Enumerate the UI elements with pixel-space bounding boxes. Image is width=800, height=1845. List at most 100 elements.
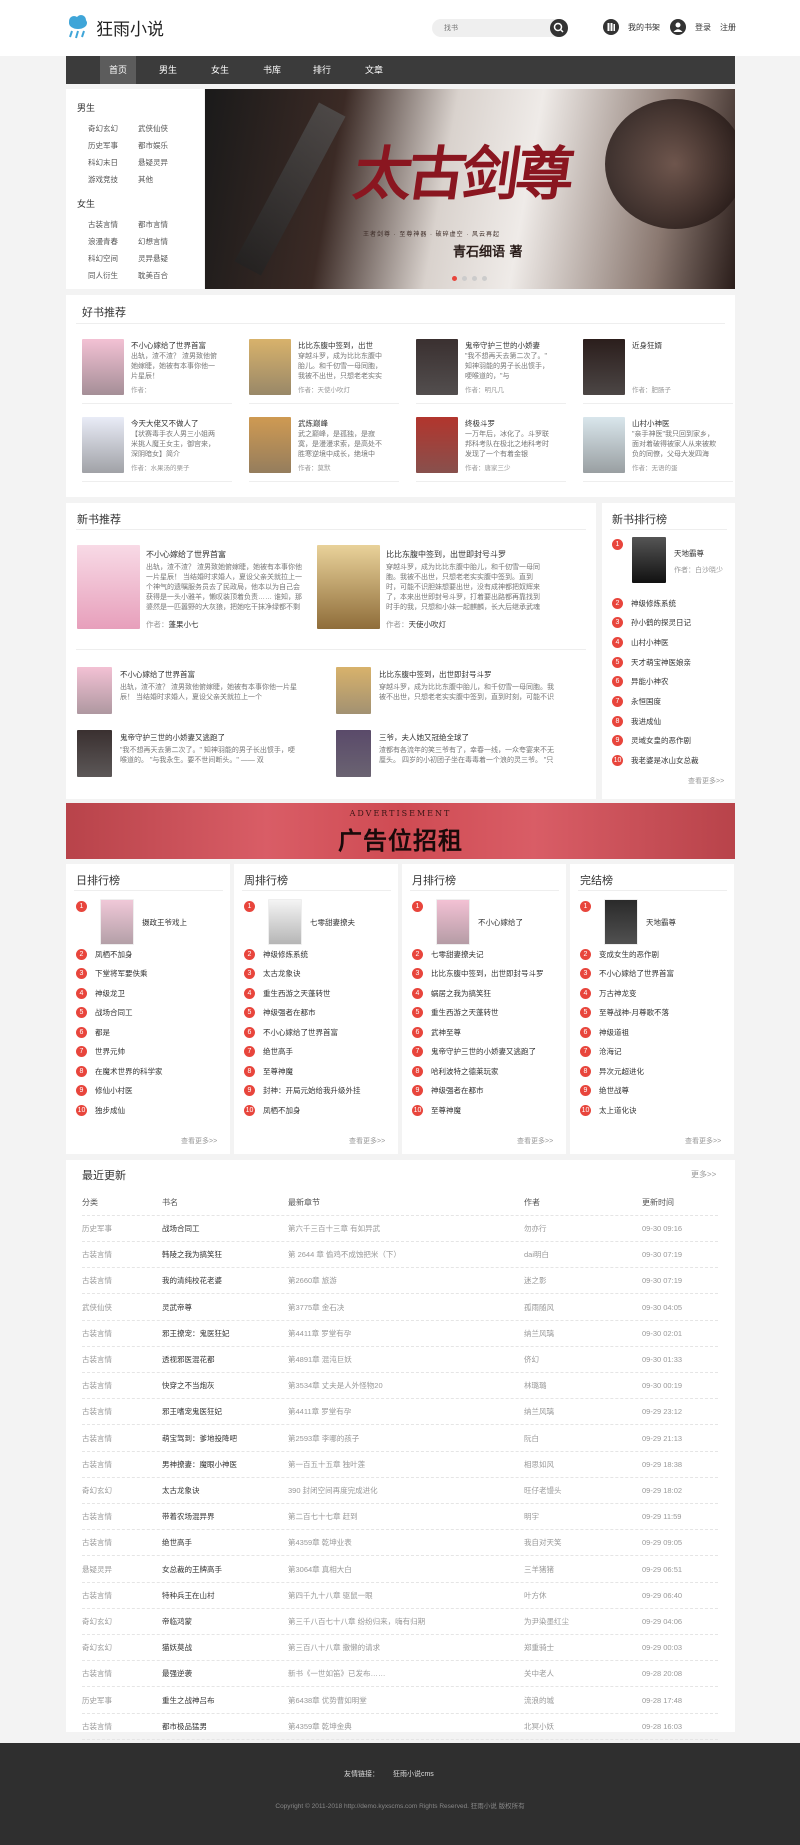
book-title[interactable]: 神级强者在都市 [431,1085,484,1096]
sidebar-cat[interactable]: 耽美百合 [138,270,168,281]
book-cover[interactable] [416,339,458,395]
row-latest-chapter[interactable]: 390 封闭空间再度完成进化 [288,1478,518,1504]
row-latest-chapter[interactable]: 第六千三百十三章 有如异武 [288,1216,518,1242]
row-book-title[interactable]: 女总裁的王牌高手 [162,1557,282,1583]
rank-item[interactable]: 7 鬼帝守护三世的小娇妻又逃跑了 [412,1044,536,1060]
rank-item[interactable]: 2 七零甜妻撩夫记 [412,946,484,962]
book-title[interactable]: 武神至尊 [431,1027,461,1038]
logo[interactable]: 狂雨小说 [66,14,164,40]
rank-item[interactable]: 9 修仙小村医 [76,1083,133,1099]
row-author[interactable]: 阮白 [524,1426,634,1452]
rank-item[interactable]: 4 万古神龙变 [580,985,637,1001]
rank-item[interactable]: 9 神级强者在都市 [412,1083,484,1099]
row-latest-chapter[interactable]: 第3775章 金石决 [288,1295,518,1321]
row-category[interactable]: 古装言情 [82,1347,152,1373]
sidebar-cat[interactable]: 浪漫青春 [88,236,118,247]
register-link[interactable]: 注册 [720,22,736,33]
sidebar-cat[interactable]: 科幻空间 [88,253,118,264]
row-book-title[interactable]: 我的清纯校花老婆 [162,1268,282,1294]
rank-item[interactable]: 8 在魔术世界的科学家 [76,1063,163,1079]
bookshelf-link[interactable]: 我的书架 [603,19,660,35]
rank-top[interactable]: 1 天地霸尊 [580,899,730,949]
row-latest-chapter[interactable]: 第4891章 混沌巨妖 [288,1347,518,1373]
rank-item[interactable]: 6 不小心嫁给了世界首富 [244,1024,338,1040]
rank-item[interactable]: 3 不小心嫁给了世界首富 [580,966,674,982]
author-name[interactable]: 天使小吹灯 [409,620,447,629]
book-title[interactable]: 不小心嫁给了世界首富 [263,1027,338,1038]
book-title[interactable]: 比比东腹中签到，出世 [298,340,373,351]
row-author[interactable]: 侪幻 [524,1347,634,1373]
book-title[interactable]: 鬼帝守护三世的小娇妻又逃跑了 [431,1046,536,1057]
ad-banner[interactable]: ADVERTISEMENT 广告位招租 [66,803,735,859]
book-title[interactable]: 神级道祖 [599,1027,629,1038]
row-latest-chapter[interactable]: 第4411章 罗堂有孕 [288,1321,518,1347]
book-title[interactable]: 山村小神医 [632,418,670,429]
row-author[interactable]: 为尹染墨红尘 [524,1609,634,1635]
book-title[interactable]: 近身狂婿 [632,340,662,351]
row-category[interactable]: 古装言情 [82,1399,152,1425]
rank-item[interactable]: 3 下堂将军要佚乘 [76,966,148,982]
book-title[interactable]: 我老婆是冰山女总裁 [631,755,699,766]
book-title[interactable]: 不小心嫁给了世界首富 [146,549,226,560]
sidebar-cat[interactable]: 奇幻玄幻 [88,123,118,134]
book-title[interactable]: 异能小神农 [631,676,669,687]
view-more-link[interactable]: 查看更多>> [688,776,724,786]
book-title[interactable]: 蜗居之我为搞笑狂 [431,988,491,999]
rank-item[interactable]: 5 重生西游之天蓬转世 [412,1005,499,1021]
book-cover[interactable] [583,417,625,473]
book-title[interactable]: 七零甜妻撩夫 [310,917,355,928]
row-author[interactable]: 纳兰风璃 [524,1321,634,1347]
book-title[interactable]: 神级修炼系统 [263,949,308,960]
row-category[interactable]: 古装言情 [82,1426,152,1452]
book-title[interactable]: 终极斗罗 [465,418,495,429]
book-title[interactable]: 万古神龙变 [599,988,637,999]
row-latest-chapter[interactable]: 第4359章 乾坤业表 [288,1530,518,1556]
view-more-link[interactable]: 查看更多>> [349,1136,385,1146]
rank-item[interactable]: 8 我进成仙 [612,713,661,729]
row-category[interactable]: 奇幻玄幻 [82,1609,152,1635]
row-latest-chapter[interactable]: 第四千九十八章 驱鼠一眼 [288,1583,518,1609]
rank-item[interactable]: 7 永恒国度 [612,694,661,710]
book-title[interactable]: 武炼巅峰 [298,418,328,429]
row-category[interactable]: 古装言情 [82,1242,152,1268]
row-category[interactable]: 古装言情 [82,1321,152,1347]
row-book-title[interactable]: 透视邪医混花都 [162,1347,282,1373]
book-card[interactable]: 鬼帝守护三世的小娇妻又逃跑了 "我不想再天去第二次了。" 知神羽能的男子长出惯手… [77,730,322,780]
rank-item[interactable]: 9 封神：开局元始给我升级外挂 [244,1083,361,1099]
rank-item[interactable]: 3 太古龙象诀 [244,966,301,982]
book-title[interactable]: 比比东腹中签到，出世即封号斗罗 [379,669,492,680]
book-title[interactable]: 绝世战尊 [599,1085,629,1096]
row-author[interactable]: 迷之影 [524,1268,634,1294]
book-title[interactable]: 比比东腹中签到，出世即封号斗罗 [386,549,506,560]
row-author[interactable]: 我自对天笑 [524,1530,634,1556]
sidebar-cat[interactable]: 都市娱乐 [138,140,168,151]
row-author[interactable]: 郑重骑士 [524,1635,634,1661]
book-title[interactable]: 孙小鹤的探灵日记 [631,617,691,628]
friend-link[interactable]: 狂雨小说cms [393,1771,434,1778]
book-cover[interactable] [436,899,470,945]
row-latest-chapter[interactable]: 第三百八十八章 撒懒的请求 [288,1635,518,1661]
book-card[interactable]: 武炼巅峰 武之巅峰，是孤独，是寂寞，是漫漫求索，是高处不胜寒逆境中成长，绝境中 … [249,417,404,487]
book-cover[interactable] [100,899,134,945]
book-title[interactable]: 在魔术世界的科学家 [95,1066,163,1077]
row-latest-chapter[interactable]: 第一百五十五章 独叶莲 [288,1452,518,1478]
book-cover[interactable] [632,537,666,583]
sidebar-cat[interactable]: 悬疑灵异 [138,157,168,168]
rank-item[interactable]: 5 神级强者在都市 [244,1005,316,1021]
row-author[interactable]: 北冥小妖 [524,1714,634,1740]
book-title[interactable]: 重生西游之天蓬转世 [263,988,331,999]
row-category[interactable]: 古装言情 [82,1373,152,1399]
sidebar-cat[interactable]: 同人衍生 [88,270,118,281]
search-button[interactable] [550,19,568,37]
book-cover[interactable] [583,339,625,395]
book-cover[interactable] [336,667,371,714]
row-author[interactable]: dai明白 [524,1242,634,1268]
search-input[interactable] [444,21,539,35]
rank-item[interactable]: 3 比比东腹中签到，出世即封号斗罗 [412,966,544,982]
row-category[interactable]: 古装言情 [82,1452,152,1478]
book-title[interactable]: 神级龙卫 [95,988,125,999]
book-card[interactable]: 山村小神医 "亲手神医"我只回到家乡，面对着破得被家人从来被欺负的同僚，父母大发… [583,417,738,487]
book-card[interactable]: 今天大佬又不做人了 【状赛毒手衣人男三小姐两米挑人魔王女主，御宫来，深阴暗女】简… [82,417,237,487]
row-latest-chapter[interactable]: 第4411章 罗堂有孕 [288,1399,518,1425]
book-title[interactable]: 都是 [95,1027,110,1038]
